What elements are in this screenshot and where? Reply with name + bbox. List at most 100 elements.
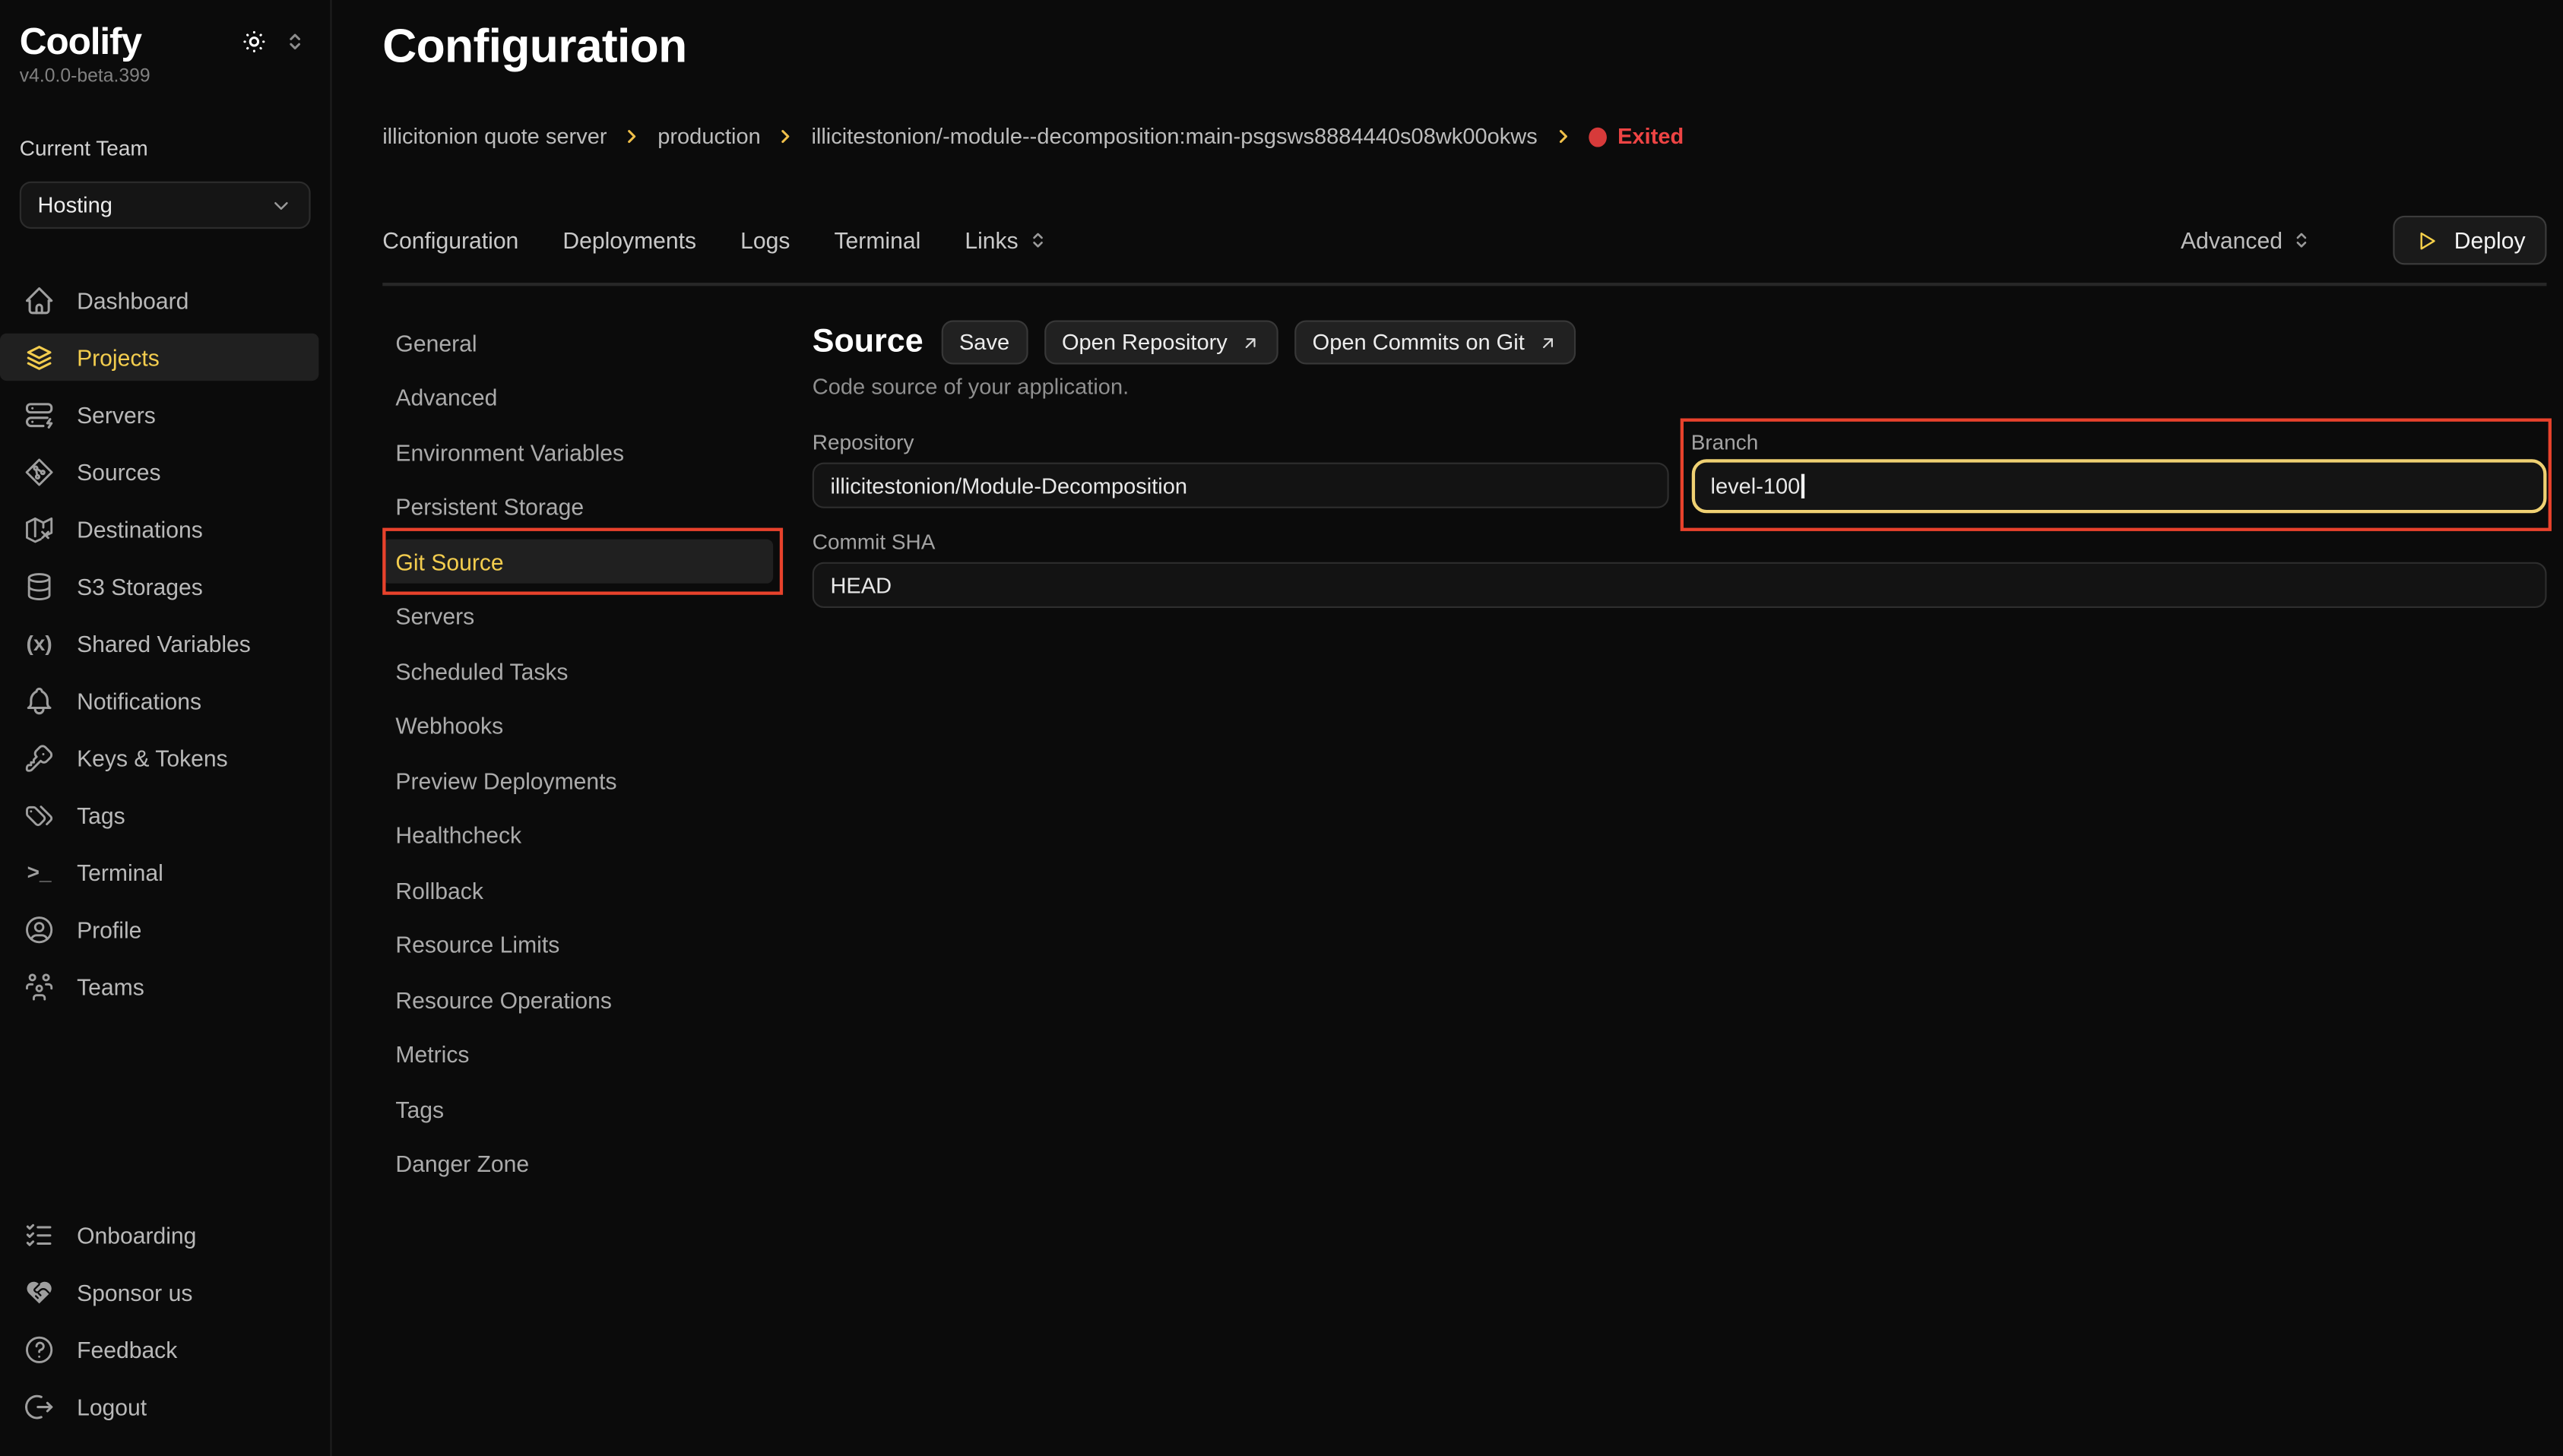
repository-label: Repository	[813, 430, 1668, 456]
user-circle-icon	[23, 913, 55, 945]
sidebar-item-servers[interactable]: Servers	[0, 391, 318, 438]
subnav-item-git-source[interactable]: Git Source	[382, 540, 773, 584]
tab-configuration[interactable]: Configuration	[382, 228, 518, 254]
breadcrumb-project[interactable]: illicitonion quote server	[382, 123, 607, 151]
bell-icon	[23, 684, 55, 717]
branch-input[interactable]: level-100	[1691, 460, 2547, 514]
theme-selector-icon[interactable]	[283, 30, 307, 54]
sun-icon[interactable]	[240, 28, 268, 56]
sidebar-item-label: Dashboard	[77, 286, 189, 312]
panel-description: Code source of your application.	[813, 373, 2547, 401]
breadcrumb: illicitonion quote server production ill…	[382, 123, 2546, 151]
repository-field: Repository illicitestonion/Module-Decomp…	[813, 430, 1668, 514]
stack-icon	[23, 340, 55, 373]
variable-icon: (x)	[23, 627, 55, 660]
sidebar-item-keys-tokens[interactable]: Keys & Tokens	[0, 734, 318, 781]
status-badge: Exited	[1588, 123, 1684, 151]
subnav-item-rollback[interactable]: Rollback	[382, 869, 773, 913]
subnav-item-preview-deployments[interactable]: Preview Deployments	[382, 759, 773, 803]
sidebar-item-terminal[interactable]: >_ Terminal	[0, 848, 318, 895]
heart-handshake-icon	[23, 1275, 55, 1308]
tab-terminal[interactable]: Terminal	[834, 228, 920, 254]
breadcrumb-resource[interactable]: illicitestonion/-module--decomposition:m…	[811, 123, 1537, 151]
breadcrumb-environment[interactable]: production	[657, 123, 761, 151]
subnav-item-healthcheck[interactable]: Healthcheck	[382, 814, 773, 858]
status-text: Exited	[1617, 123, 1684, 151]
map-x-icon	[23, 512, 55, 545]
server-icon	[23, 398, 55, 431]
users-group-icon	[23, 970, 55, 1002]
sidebar-item-projects[interactable]: Projects	[0, 334, 318, 381]
sidebar-item-shared-variables[interactable]: (x) Shared Variables	[0, 619, 318, 666]
sidebar-item-tags[interactable]: Tags	[0, 791, 318, 838]
coolify-app: Coolify v4.0.0-beta.399 Current Team Hos…	[0, 0, 2563, 1456]
subnav-item-resource-limits[interactable]: Resource Limits	[382, 923, 773, 967]
panel-title: Source	[813, 321, 924, 365]
sidebar-item-onboarding[interactable]: Onboarding	[0, 1211, 318, 1258]
terminal-icon: >_	[23, 856, 55, 888]
sidebar-item-notifications[interactable]: Notifications	[0, 676, 318, 723]
commit-sha-field: Commit SHA HEAD	[813, 530, 2547, 609]
sidebar-item-label: Logout	[77, 1393, 147, 1419]
sidebar-item-sources[interactable]: Sources	[0, 448, 318, 495]
advanced-dropdown[interactable]: Advanced	[2181, 228, 2314, 254]
sidebar-item-label: Keys & Tokens	[77, 745, 228, 771]
subnav-item-scheduled-tasks[interactable]: Scheduled Tasks	[382, 650, 773, 694]
subnav-item-metrics[interactable]: Metrics	[382, 1033, 773, 1077]
status-dot-icon	[1588, 128, 1606, 147]
subnav-item-general[interactable]: General	[382, 321, 773, 365]
chevron-down-icon	[270, 194, 293, 217]
open-repository-button[interactable]: Open Repository	[1044, 321, 1278, 365]
sidebar-item-destinations[interactable]: Destinations	[0, 505, 318, 552]
sidebar-item-profile[interactable]: Profile	[0, 905, 318, 952]
tab-deployments[interactable]: Deployments	[562, 228, 696, 254]
sidebar-nav: Dashboard Projects Servers	[0, 276, 330, 1019]
main-area: Configuration illicitonion quote server …	[332, 0, 2563, 1456]
tab-logs[interactable]: Logs	[740, 228, 790, 254]
sidebar-item-label: Teams	[77, 973, 144, 999]
tab-links[interactable]: Links	[965, 228, 1049, 254]
arrow-up-right-icon	[1240, 334, 1260, 353]
key-icon	[23, 741, 55, 774]
sidebar-item-label: Sources	[77, 458, 160, 484]
sidebar-item-label: Terminal	[77, 859, 163, 885]
subnav-item-tags[interactable]: Tags	[382, 1087, 773, 1132]
subnav-item-advanced[interactable]: Advanced	[382, 375, 773, 419]
save-button[interactable]: Save	[941, 321, 1028, 365]
sidebar-item-dashboard[interactable]: Dashboard	[0, 276, 318, 323]
sidebar-item-sponsor[interactable]: Sponsor us	[0, 1268, 318, 1315]
deploy-button[interactable]: Deploy	[2394, 217, 2546, 266]
team-select[interactable]: Hosting	[20, 182, 311, 229]
sidebar-footer-nav: Onboarding Sponsor us	[0, 1211, 330, 1440]
source-panel: Source Save Open Repository Open Commits…	[773, 321, 2546, 1456]
subnav-item-resource-operations[interactable]: Resource Operations	[382, 978, 773, 1022]
tab-bar: Configuration Deployments Logs Terminal …	[382, 217, 2546, 266]
sidebar-item-label: Projects	[77, 344, 160, 370]
chevron-right-icon	[1552, 126, 1573, 147]
sidebar-item-teams[interactable]: Teams	[0, 963, 318, 1010]
subnav-item-webhooks[interactable]: Webhooks	[382, 704, 773, 749]
branch-field: Branch level-100	[1691, 430, 2547, 514]
text-caret	[1801, 475, 1804, 499]
subnav-item-servers[interactable]: Servers	[382, 595, 773, 639]
open-commits-button[interactable]: Open Commits on Git	[1294, 321, 1575, 365]
sidebar-item-label: Onboarding	[77, 1221, 196, 1247]
app-logo: Coolify	[20, 20, 141, 62]
sidebar-item-label: Tags	[77, 802, 125, 828]
subnav-item-environment-variables[interactable]: Environment Variables	[382, 430, 773, 474]
sidebar-item-logout[interactable]: Logout	[0, 1382, 318, 1429]
sidebar-item-label: Profile	[77, 916, 141, 942]
commit-sha-input[interactable]: HEAD	[813, 563, 2547, 609]
checklist-icon	[23, 1218, 55, 1251]
sidebar-item-feedback[interactable]: Feedback	[0, 1325, 318, 1372]
selector-icon	[1026, 229, 1049, 252]
database-icon	[23, 569, 55, 602]
app-version: v4.0.0-beta.399	[0, 62, 330, 90]
sidebar-item-s3-storages[interactable]: S3 Storages	[0, 562, 318, 609]
commit-sha-label: Commit SHA	[813, 530, 2547, 556]
current-team-label: Current Team	[0, 135, 330, 161]
repository-input[interactable]: illicitestonion/Module-Decomposition	[813, 463, 1668, 508]
subnav-item-danger-zone[interactable]: Danger Zone	[382, 1142, 773, 1186]
sidebar-item-label: Servers	[77, 401, 156, 427]
subnav-item-persistent-storage[interactable]: Persistent Storage	[382, 486, 773, 530]
